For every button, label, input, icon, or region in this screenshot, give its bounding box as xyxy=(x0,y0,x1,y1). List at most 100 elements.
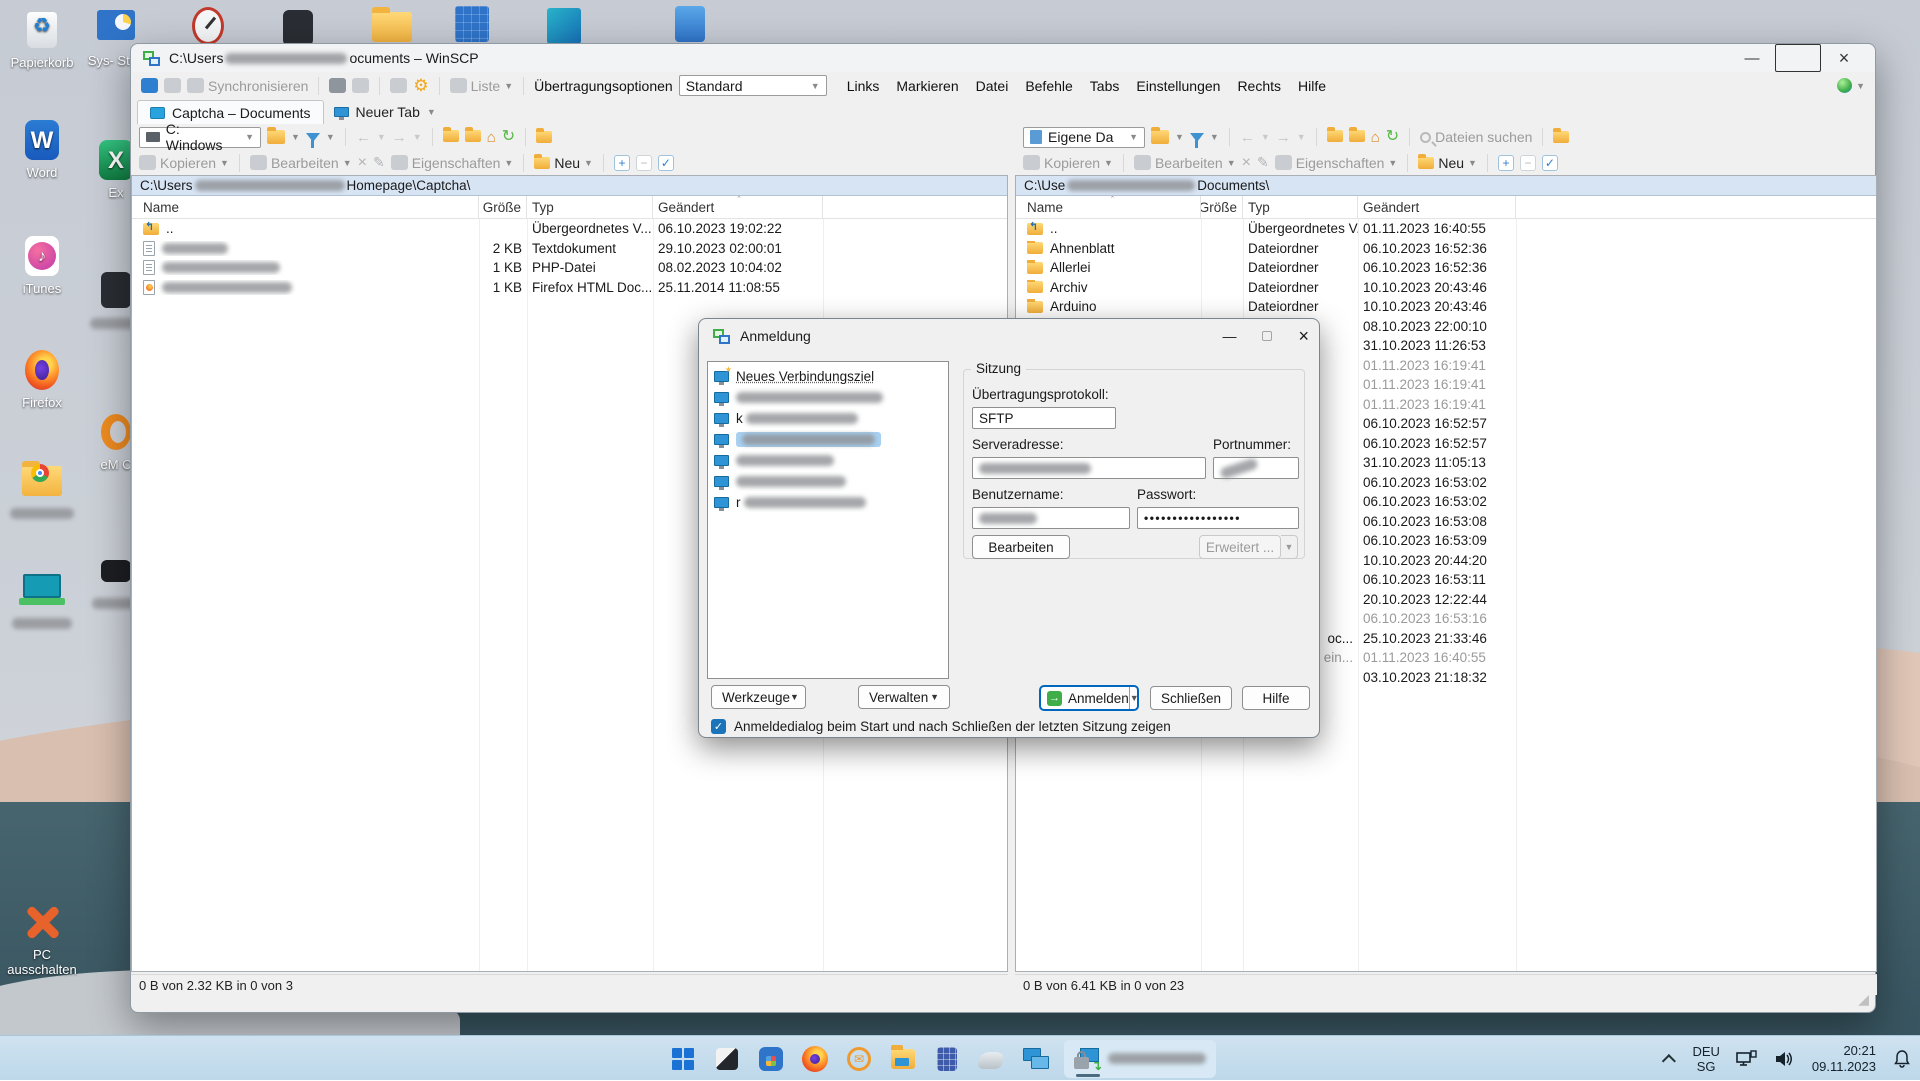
preferences-gear-icon[interactable]: ⚙ xyxy=(413,76,428,96)
home-directory-icon[interactable]: ⌂ xyxy=(487,130,496,145)
edit-session-button[interactable]: Bearbeiten xyxy=(972,535,1070,559)
menu-hilfe[interactable]: Hilfe xyxy=(1298,78,1326,94)
select-remove-icon[interactable]: − xyxy=(636,155,652,171)
column-modified[interactable]: Geändert xyxy=(1358,196,1516,218)
desktop-icon-firefox[interactable]: Firefox xyxy=(0,348,84,410)
advanced-caret[interactable]: ▼ xyxy=(1281,535,1298,559)
file-row[interactable]: ArchivDateiordner10.10.2023 20:43:46 xyxy=(1016,278,1876,298)
taskbar-scanner[interactable] xyxy=(976,1044,1006,1074)
dialog-maximize-button[interactable] xyxy=(1262,328,1272,344)
show-login-dialog-checkbox[interactable]: ✓ Anmeldedialog beim Start und nach Schl… xyxy=(711,719,1171,734)
dialog-close-button[interactable]: × xyxy=(1298,326,1309,347)
edit-button[interactable]: Bearbeiten▼ xyxy=(1134,155,1236,171)
drive-combo[interactable]: C: Windows▼ xyxy=(139,127,261,148)
taskbar-mail[interactable]: ✉ xyxy=(844,1044,874,1074)
new-button[interactable]: Neu▼ xyxy=(1418,155,1477,171)
select-add-icon[interactable]: + xyxy=(614,155,630,171)
file-row[interactable]: AhnenblattDateiordner06.10.2023 16:52:36 xyxy=(1016,239,1876,259)
new-tab-button[interactable]: Neuer Tab▼ xyxy=(324,100,446,124)
properties-button[interactable]: Eigenschaften▼ xyxy=(1275,155,1398,171)
file-row[interactable]: ..Übergeordnetes V...06.10.2023 19:02:22 xyxy=(132,219,1007,239)
new-button[interactable]: Neu▼ xyxy=(534,155,593,171)
taskbar-clock[interactable]: 20:2109.11.2023 xyxy=(1812,1043,1876,1075)
back-icon[interactable]: ← xyxy=(1240,129,1255,146)
keyboard-layout[interactable]: DEUSG xyxy=(1692,1044,1719,1074)
desktop-icon-itunes[interactable]: ♪ iTunes xyxy=(0,234,84,296)
session-item[interactable]: r xyxy=(708,492,948,513)
host-input[interactable] xyxy=(972,457,1206,479)
menu-links[interactable]: Links xyxy=(847,78,880,94)
taskbar-firefox[interactable] xyxy=(800,1044,830,1074)
column-modified[interactable]: ˆGeändert xyxy=(653,196,823,218)
tray-overflow-chevron[interactable] xyxy=(1662,1054,1676,1068)
filter-icon[interactable] xyxy=(306,133,320,142)
session-item[interactable] xyxy=(708,429,948,450)
menu-markieren[interactable]: Markieren xyxy=(896,78,958,94)
session-item[interactable]: k xyxy=(708,408,948,429)
port-input[interactable] xyxy=(1213,457,1299,479)
file-row[interactable]: 1 KBPHP-Datei08.02.2023 10:04:02 xyxy=(132,258,1007,278)
start-button[interactable] xyxy=(668,1044,698,1074)
file-row[interactable]: ..Übergeordnetes V...01.11.2023 16:40:55 xyxy=(1016,219,1876,239)
advanced-button[interactable]: Erweitert ... xyxy=(1199,535,1281,559)
column-type[interactable]: Typ xyxy=(1243,196,1358,218)
swap-panels-icon[interactable] xyxy=(141,78,158,93)
resize-grip[interactable]: ◢ xyxy=(1858,991,1869,1008)
refresh-icon[interactable]: ↻ xyxy=(1386,129,1399,145)
username-input[interactable] xyxy=(972,507,1130,529)
console-icon[interactable] xyxy=(329,78,346,93)
menu-einstellungen[interactable]: Einstellungen xyxy=(1136,78,1220,94)
properties-button[interactable]: Eigenschaften▼ xyxy=(391,155,514,171)
filter-icon[interactable] xyxy=(1190,133,1204,142)
taskbar-explorer[interactable] xyxy=(888,1044,918,1074)
maximize-button[interactable] xyxy=(1775,44,1821,72)
column-type[interactable]: Typ xyxy=(527,196,653,218)
manage-button[interactable]: Verwalten▼ xyxy=(858,685,950,709)
tools-button[interactable]: Werkzeuge▼ xyxy=(711,685,806,709)
desktop-icon-word[interactable]: W Word xyxy=(0,118,84,180)
taskbar-remote-app[interactable] xyxy=(1020,1044,1050,1074)
desktop-icon-recycle-bin[interactable]: ♻ Papierkorb xyxy=(0,8,84,70)
background-icon[interactable] xyxy=(390,78,407,93)
root-directory-icon[interactable] xyxy=(1349,130,1365,145)
file-row[interactable]: AllerleiDateiordner06.10.2023 16:52:36 xyxy=(1016,258,1876,278)
column-size[interactable]: Größe xyxy=(479,196,527,218)
help-button[interactable]: Hilfe xyxy=(1242,686,1310,710)
drive-combo[interactable]: Eigene Da▼ xyxy=(1023,127,1145,148)
select-check-icon[interactable]: ✓ xyxy=(1542,155,1558,171)
minimize-button[interactable]: — xyxy=(1729,44,1775,72)
list-view-button[interactable]: Liste▼ xyxy=(450,78,514,94)
close-dialog-button[interactable]: Schließen xyxy=(1150,686,1232,710)
column-name[interactable]: Name xyxy=(138,196,479,218)
rename-icon[interactable]: ✎ xyxy=(1257,154,1269,171)
menu-datei[interactable]: Datei xyxy=(976,78,1009,94)
notifications-bell-icon[interactable] xyxy=(1892,1049,1912,1069)
root-directory-icon[interactable] xyxy=(465,130,481,145)
taskbar-calculator[interactable] xyxy=(932,1044,962,1074)
select-remove-icon[interactable]: − xyxy=(1520,155,1536,171)
open-directory-icon[interactable] xyxy=(267,130,285,144)
local-path-bar[interactable]: C:\Users Homepage\Captcha\ xyxy=(132,176,1007,196)
login-caret[interactable]: ▼ xyxy=(1129,687,1139,709)
menu-befehle[interactable]: Befehle xyxy=(1025,78,1072,94)
taskbar-winscp-active[interactable]: ↴ xyxy=(1064,1040,1216,1078)
home-directory-icon[interactable]: ⌂ xyxy=(1371,130,1380,145)
file-row[interactable]: ArduinoDateiordner10.10.2023 20:43:46 xyxy=(1016,297,1876,317)
transfer-settings-combo[interactable]: Standard▼ xyxy=(679,75,827,96)
directory-tree-icon[interactable] xyxy=(536,131,552,143)
forward-icon[interactable]: → xyxy=(392,129,407,146)
close-button[interactable]: × xyxy=(1821,44,1867,72)
directory-tree-icon[interactable] xyxy=(1553,131,1569,143)
queue-icon[interactable] xyxy=(352,78,369,93)
desktop-icon-shutdown[interactable]: PC ausschalten xyxy=(0,900,84,977)
copy-button[interactable]: Kopieren▼ xyxy=(139,155,229,171)
menu-rechts[interactable]: Rechts xyxy=(1237,78,1281,94)
open-directory-icon[interactable] xyxy=(1151,130,1169,144)
login-button[interactable]: → Anmelden ▼ xyxy=(1039,685,1139,711)
password-input[interactable]: ••••••••••••••••• xyxy=(1137,507,1299,529)
desktop-icon-chrome-folder[interactable] xyxy=(0,458,84,520)
session-item[interactable] xyxy=(708,471,948,492)
synchronize-button[interactable]: Synchronisieren xyxy=(187,78,308,94)
rename-icon[interactable]: ✎ xyxy=(373,154,385,171)
refresh-icon[interactable]: ↻ xyxy=(502,129,515,145)
